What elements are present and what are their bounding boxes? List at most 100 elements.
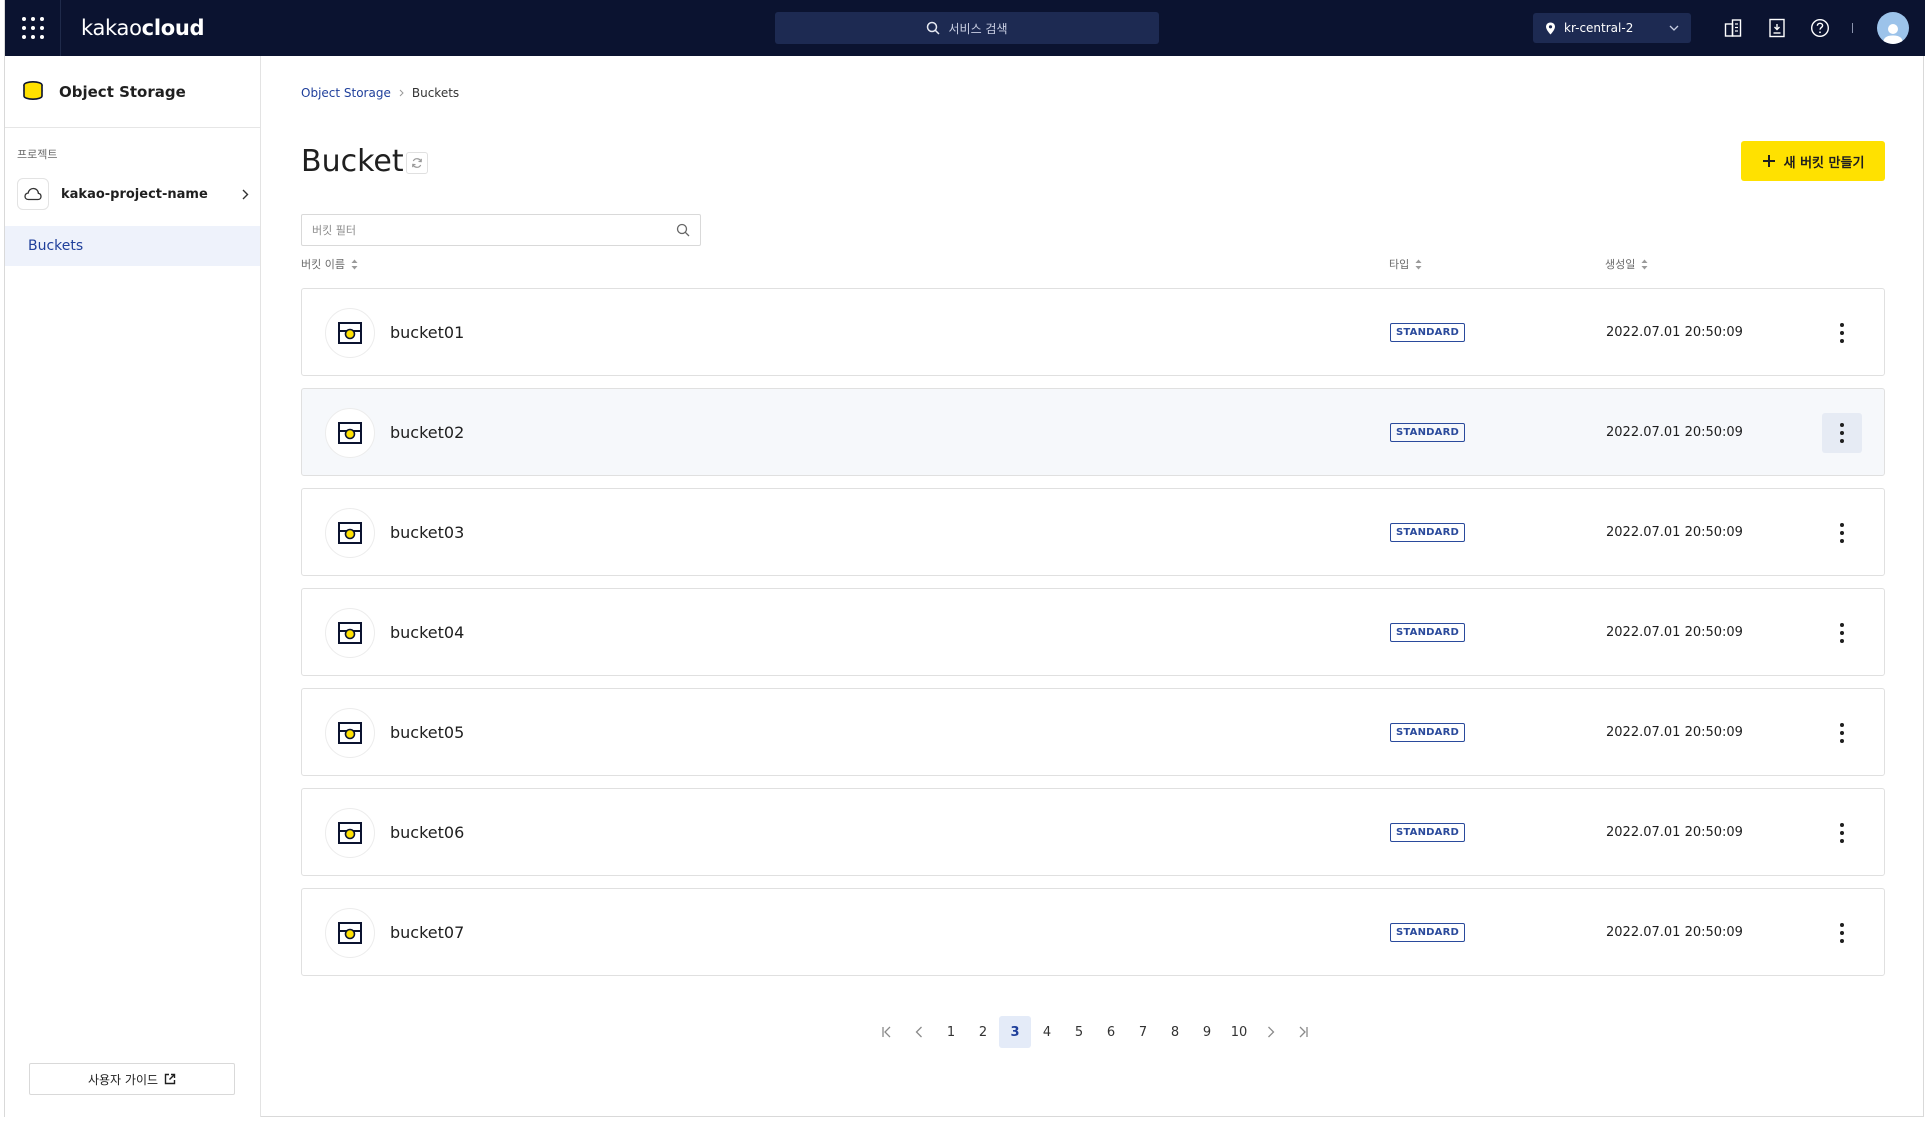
table-row[interactable]: bucket06 STANDARD 2022.07.01 20:50:09: [301, 788, 1885, 876]
bucket-name[interactable]: bucket04: [390, 623, 464, 642]
page-button[interactable]: 1: [935, 1016, 967, 1048]
project-selector[interactable]: kakao-project-name: [17, 176, 253, 212]
user-guide-button[interactable]: 사용자 가이드: [29, 1063, 235, 1095]
prev-page-icon: [915, 1026, 922, 1038]
console-building-button[interactable]: [1721, 16, 1745, 40]
service-search-placeholder: 서비스 검색: [948, 21, 1008, 36]
page-button[interactable]: 5: [1063, 1016, 1095, 1048]
page-button[interactable]: 8: [1159, 1016, 1191, 1048]
bucket-type-badge: STANDARD: [1390, 723, 1465, 742]
table-row[interactable]: bucket05 STANDARD 2022.07.01 20:50:09: [301, 688, 1885, 776]
bucket-filter: [301, 214, 701, 246]
document-button[interactable]: [1765, 16, 1789, 40]
bucket-created-date: 2022.07.01 20:50:09: [1606, 825, 1743, 840]
bucket-type-badge: STANDARD: [1390, 523, 1465, 542]
project-name: kakao-project-name: [61, 186, 208, 202]
column-header-type-label: 타입: [1389, 258, 1410, 271]
page-button[interactable]: 10: [1223, 1016, 1255, 1048]
column-header-created-label: 생성일: [1605, 258, 1636, 271]
bucket-name[interactable]: bucket07: [390, 923, 464, 942]
database-icon: [23, 80, 43, 100]
last-page-icon: [1299, 1026, 1308, 1038]
kakaocloud-logo[interactable]: kakaocloud: [81, 16, 205, 40]
sidebar-title: Object Storage: [59, 82, 186, 101]
bucket-name[interactable]: bucket03: [390, 523, 464, 542]
bucket-name[interactable]: bucket01: [390, 323, 464, 342]
first-page-button[interactable]: [871, 1016, 903, 1048]
project-icon-box: [17, 178, 49, 210]
help-icon: [1810, 18, 1830, 38]
bucket-created-date: 2022.07.01 20:50:09: [1606, 325, 1743, 340]
breadcrumb-buckets: Buckets: [411, 86, 460, 100]
more-vertical-icon[interactable]: [1822, 613, 1862, 653]
bucket-type-badge: STANDARD: [1390, 823, 1465, 842]
create-bucket-label: 새 버킷 만들기: [1783, 155, 1865, 171]
user-guide-label: 사용자 가이드: [87, 1072, 159, 1087]
bucket-icon-wrap: [325, 508, 375, 558]
page-button[interactable]: 2: [967, 1016, 999, 1048]
bucket-created-date: 2022.07.01 20:50:09: [1606, 425, 1743, 440]
more-vertical-icon[interactable]: [1822, 813, 1862, 853]
page-button[interactable]: 4: [1031, 1016, 1063, 1048]
external-link-icon: [164, 1073, 176, 1085]
bucket-created-date: 2022.07.01 20:50:09: [1606, 625, 1743, 640]
refresh-icon: [412, 158, 422, 168]
bucket-name[interactable]: bucket02: [390, 423, 464, 442]
last-page-button[interactable]: [1287, 1016, 1319, 1048]
table-row[interactable]: bucket01 STANDARD 2022.07.01 20:50:09: [301, 288, 1885, 376]
column-header-created[interactable]: 생성일: [1605, 256, 1648, 272]
bucket-icon: [338, 822, 362, 844]
search-icon[interactable]: [676, 223, 690, 237]
building-icon: [1724, 19, 1742, 37]
bucket-icon: [338, 522, 362, 544]
bucket-icon-wrap: [325, 608, 375, 658]
location-pin-icon: [1546, 22, 1555, 34]
bucket-icon: [338, 322, 362, 344]
sort-icon: [1415, 259, 1422, 269]
bucket-created-date: 2022.07.01 20:50:09: [1606, 925, 1743, 940]
main-content: Object Storage Buckets Bucket 새 버킷 만들기 버…: [261, 56, 1925, 1117]
bucket-type-badge: STANDARD: [1390, 423, 1465, 442]
prev-page-button[interactable]: [903, 1016, 935, 1048]
table-row[interactable]: bucket07 STANDARD 2022.07.01 20:50:09: [301, 888, 1885, 976]
page-button[interactable]: 9: [1191, 1016, 1223, 1048]
table-row[interactable]: bucket04 STANDARD 2022.07.01 20:50:09: [301, 588, 1885, 676]
bucket-icon-wrap: [325, 408, 375, 458]
refresh-button[interactable]: [406, 152, 428, 174]
more-vertical-icon[interactable]: [1822, 913, 1862, 953]
chevron-right-icon: [242, 189, 249, 199]
breadcrumb: Object Storage Buckets: [301, 86, 459, 100]
help-button[interactable]: [1808, 16, 1832, 40]
region-label: kr-central-2: [1564, 21, 1634, 35]
page-button-current[interactable]: 3: [999, 1016, 1031, 1048]
table-row[interactable]: bucket03 STANDARD 2022.07.01 20:50:09: [301, 488, 1885, 576]
search-icon: [927, 21, 941, 35]
service-search-bar[interactable]: 서비스 검색: [775, 12, 1159, 44]
page-button[interactable]: 7: [1127, 1016, 1159, 1048]
bucket-icon: [338, 922, 362, 944]
more-vertical-icon[interactable]: [1822, 413, 1862, 453]
more-vertical-icon[interactable]: [1822, 713, 1862, 753]
sidebar-header: Object Storage: [5, 56, 260, 128]
next-page-icon: [1268, 1026, 1275, 1038]
create-bucket-button[interactable]: 새 버킷 만들기: [1741, 141, 1885, 181]
sidebar-item-buckets[interactable]: Buckets: [5, 226, 260, 266]
column-header-name[interactable]: 버킷 이름: [301, 256, 358, 272]
page-button[interactable]: 6: [1095, 1016, 1127, 1048]
table-row[interactable]: bucket02 STANDARD 2022.07.01 20:50:09: [301, 388, 1885, 476]
bucket-icon-wrap: [325, 808, 375, 858]
topbar-divider: [1852, 23, 1853, 33]
bucket-filter-input[interactable]: [312, 223, 676, 237]
more-vertical-icon[interactable]: [1822, 313, 1862, 353]
breadcrumb-object-storage[interactable]: Object Storage: [301, 86, 391, 100]
more-vertical-icon[interactable]: [1822, 513, 1862, 553]
sort-icon: [1641, 259, 1648, 269]
bucket-name[interactable]: bucket06: [390, 823, 464, 842]
user-avatar-button[interactable]: [1877, 12, 1909, 44]
region-selector[interactable]: kr-central-2: [1533, 13, 1691, 43]
column-header-type[interactable]: 타입: [1389, 256, 1422, 272]
bucket-name[interactable]: bucket05: [390, 723, 464, 742]
apps-menu-button[interactable]: [5, 0, 61, 56]
next-page-button[interactable]: [1255, 1016, 1287, 1048]
app-frame: kakaocloud 서비스 검색 kr-central-2 Object St…: [4, 0, 1925, 1117]
